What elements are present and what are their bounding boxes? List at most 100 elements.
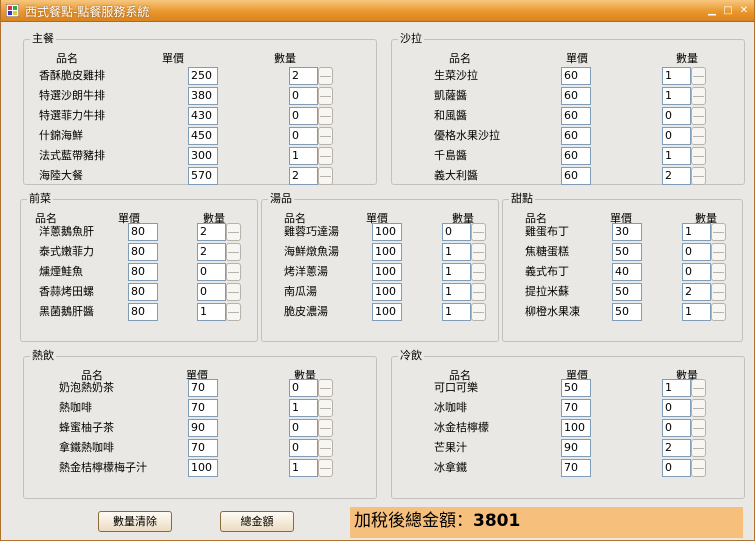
price-field[interactable]: 570	[188, 167, 218, 185]
price-field[interactable]: 60	[561, 147, 591, 165]
price-field[interactable]: 100	[372, 243, 402, 261]
quantity-spinner[interactable]	[318, 399, 333, 417]
quantity-field[interactable]: 2	[682, 283, 711, 301]
price-field[interactable]: 90	[188, 419, 218, 437]
quantity-field[interactable]: 0	[197, 283, 226, 301]
quantity-field[interactable]: 1	[289, 459, 318, 477]
quantity-field[interactable]: 2	[289, 167, 318, 185]
quantity-spinner[interactable]	[318, 87, 333, 105]
quantity-field[interactable]: 0	[289, 419, 318, 437]
quantity-field[interactable]: 0	[662, 399, 691, 417]
price-field[interactable]: 70	[188, 399, 218, 417]
minimize-icon[interactable]: ▁	[705, 4, 719, 17]
price-field[interactable]: 60	[561, 107, 591, 125]
quantity-spinner[interactable]	[318, 147, 333, 165]
price-field[interactable]: 300	[188, 147, 218, 165]
quantity-spinner[interactable]	[318, 459, 333, 477]
quantity-field[interactable]: 1	[442, 263, 471, 281]
quantity-spinner[interactable]	[691, 87, 706, 105]
quantity-field[interactable]: 1	[682, 223, 711, 241]
quantity-spinner[interactable]	[471, 223, 486, 241]
quantity-field[interactable]: 1	[289, 147, 318, 165]
maximize-icon[interactable]: □	[721, 4, 735, 17]
quantity-field[interactable]: 1	[442, 243, 471, 261]
quantity-spinner[interactable]	[711, 283, 726, 301]
quantity-spinner[interactable]	[691, 67, 706, 85]
quantity-field[interactable]: 1	[662, 147, 691, 165]
price-field[interactable]: 70	[188, 379, 218, 397]
quantity-spinner[interactable]	[226, 263, 241, 281]
title-bar[interactable]: 西式餐點-點餐服務系統 ▁ □ ✕	[1, 0, 754, 22]
quantity-field[interactable]: 1	[662, 87, 691, 105]
price-field[interactable]: 430	[188, 107, 218, 125]
price-field[interactable]: 80	[128, 243, 158, 261]
price-field[interactable]: 50	[612, 243, 642, 261]
quantity-field[interactable]: 2	[662, 439, 691, 457]
quantity-field[interactable]: 0	[682, 243, 711, 261]
price-field[interactable]: 40	[612, 263, 642, 281]
price-field[interactable]: 100	[561, 419, 591, 437]
price-field[interactable]: 100	[372, 303, 402, 321]
quantity-spinner[interactable]	[226, 303, 241, 321]
quantity-spinner[interactable]	[691, 107, 706, 125]
quantity-spinner[interactable]	[318, 379, 333, 397]
quantity-spinner[interactable]	[711, 223, 726, 241]
price-field[interactable]: 70	[561, 459, 591, 477]
quantity-spinner[interactable]	[318, 67, 333, 85]
price-field[interactable]: 80	[128, 283, 158, 301]
price-field[interactable]: 50	[612, 303, 642, 321]
quantity-field[interactable]: 1	[662, 379, 691, 397]
price-field[interactable]: 50	[612, 283, 642, 301]
quantity-spinner[interactable]	[711, 303, 726, 321]
quantity-field[interactable]: 0	[197, 263, 226, 281]
quantity-spinner[interactable]	[318, 419, 333, 437]
quantity-spinner[interactable]	[691, 147, 706, 165]
quantity-field[interactable]: 2	[197, 243, 226, 261]
price-field[interactable]: 70	[188, 439, 218, 457]
quantity-field[interactable]: 0	[289, 107, 318, 125]
quantity-spinner[interactable]	[318, 107, 333, 125]
price-field[interactable]: 90	[561, 439, 591, 457]
quantity-spinner[interactable]	[471, 283, 486, 301]
price-field[interactable]: 100	[372, 223, 402, 241]
clear-quantity-button[interactable]: 數量清除	[98, 511, 172, 532]
price-field[interactable]: 380	[188, 87, 218, 105]
quantity-spinner[interactable]	[318, 127, 333, 145]
quantity-field[interactable]: 0	[662, 419, 691, 437]
price-field[interactable]: 250	[188, 67, 218, 85]
quantity-spinner[interactable]	[226, 283, 241, 301]
price-field[interactable]: 50	[561, 379, 591, 397]
quantity-field[interactable]: 0	[289, 127, 318, 145]
price-field[interactable]: 70	[561, 399, 591, 417]
quantity-spinner[interactable]	[471, 303, 486, 321]
quantity-spinner[interactable]	[691, 459, 706, 477]
quantity-field[interactable]: 1	[682, 303, 711, 321]
quantity-spinner[interactable]	[691, 419, 706, 437]
quantity-spinner[interactable]	[691, 167, 706, 185]
quantity-spinner[interactable]	[226, 223, 241, 241]
quantity-field[interactable]: 1	[197, 303, 226, 321]
quantity-field[interactable]: 2	[289, 67, 318, 85]
quantity-field[interactable]: 1	[442, 303, 471, 321]
price-field[interactable]: 100	[372, 263, 402, 281]
quantity-field[interactable]: 0	[662, 107, 691, 125]
price-field[interactable]: 60	[561, 167, 591, 185]
price-field[interactable]: 80	[128, 223, 158, 241]
quantity-spinner[interactable]	[691, 399, 706, 417]
quantity-field[interactable]: 0	[682, 263, 711, 281]
quantity-field[interactable]: 0	[289, 379, 318, 397]
quantity-field[interactable]: 2	[662, 167, 691, 185]
price-field[interactable]: 60	[561, 67, 591, 85]
quantity-spinner[interactable]	[711, 243, 726, 261]
price-field[interactable]: 80	[128, 263, 158, 281]
quantity-field[interactable]: 0	[662, 459, 691, 477]
quantity-field[interactable]: 1	[289, 399, 318, 417]
quantity-field[interactable]: 0	[662, 127, 691, 145]
quantity-field[interactable]: 0	[289, 439, 318, 457]
quantity-spinner[interactable]	[691, 439, 706, 457]
price-field[interactable]: 60	[561, 87, 591, 105]
quantity-spinner[interactable]	[318, 439, 333, 457]
quantity-field[interactable]: 0	[289, 87, 318, 105]
quantity-spinner[interactable]	[226, 243, 241, 261]
total-amount-button[interactable]: 總金額	[220, 511, 294, 532]
